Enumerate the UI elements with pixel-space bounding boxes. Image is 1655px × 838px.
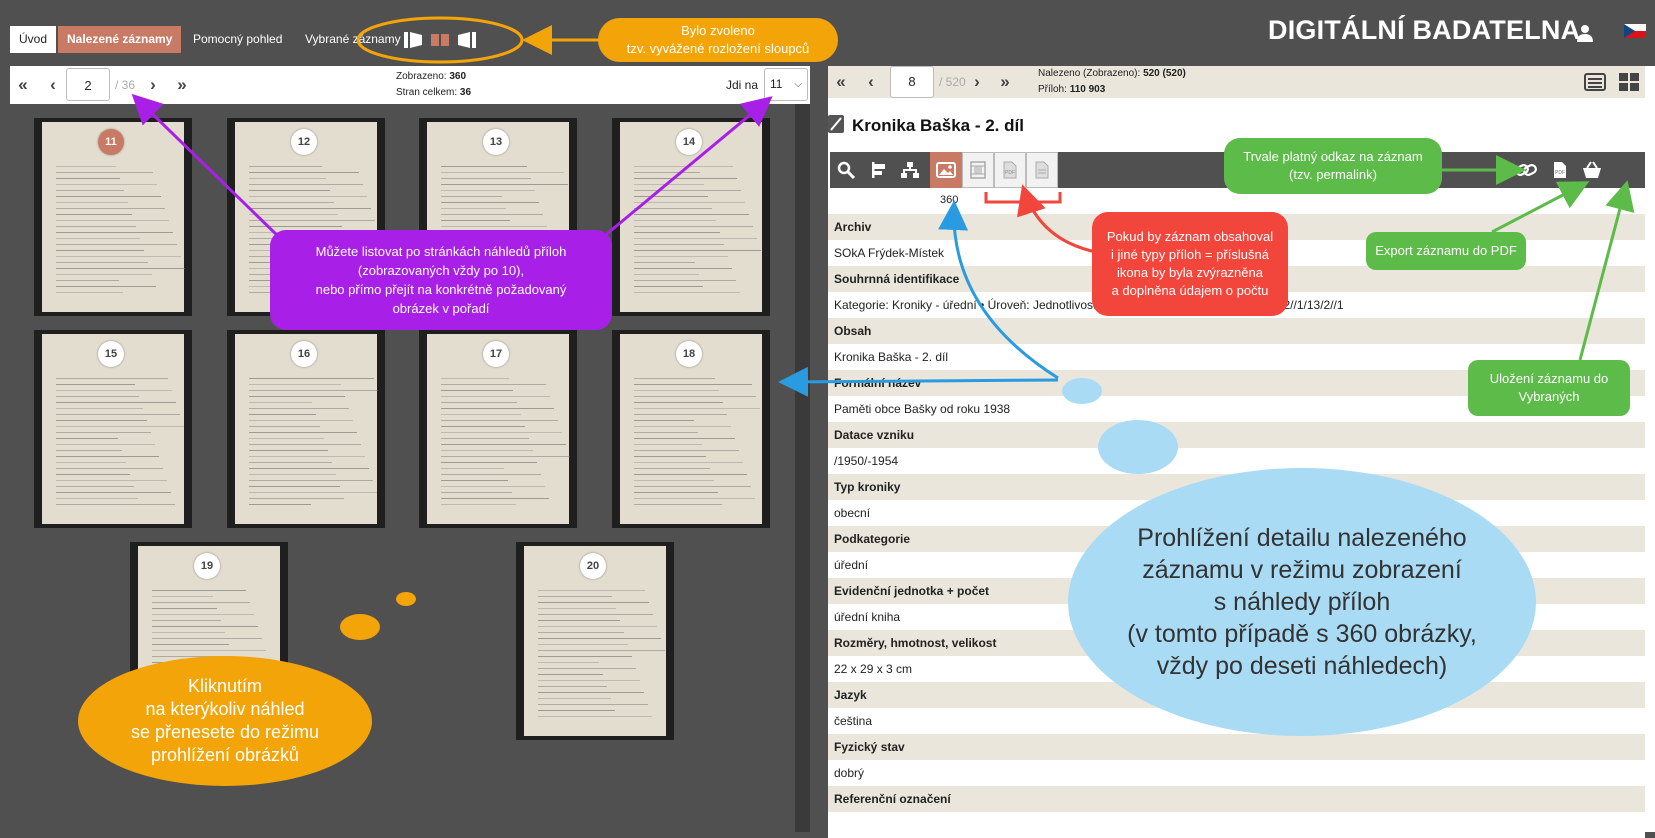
next-page-button[interactable]: ›: [142, 66, 164, 104]
document-icon: [1035, 161, 1049, 179]
user-icon[interactable]: [1576, 24, 1594, 42]
thumbnail-item[interactable]: 11: [34, 118, 192, 316]
thumbnail-number: 17: [483, 341, 509, 367]
save-note: Uložení záznamu do Vybraných: [1468, 360, 1630, 416]
field-value: dobrý: [828, 760, 1645, 786]
search-button[interactable]: [830, 152, 862, 188]
site-title: DIGITÁLNÍ BADATELNA: [1268, 15, 1581, 45]
document-button[interactable]: [1026, 152, 1058, 188]
record-type-icon: [828, 115, 844, 133]
record-pager: « ‹ 8 / 520 › » Nalezeno (Zobrazeno): 52…: [828, 66, 1645, 98]
layout-right-icon[interactable]: [458, 32, 476, 48]
goto-select[interactable]: 11 ⌵: [764, 68, 808, 101]
list-view-icon[interactable]: [1584, 72, 1606, 92]
thought-dot: [1098, 420, 1178, 474]
field-value: /1950/-1954: [828, 448, 1645, 474]
first-page-button[interactable]: «: [12, 66, 34, 104]
thumbnail-number: 12: [291, 129, 317, 155]
flag-cz-icon[interactable]: [1624, 24, 1646, 38]
field-label: Referenční označení: [828, 786, 1645, 812]
basket-icon: [1583, 161, 1601, 178]
pdf-icon: PDF: [1554, 162, 1566, 178]
permalink-button[interactable]: [1510, 152, 1542, 188]
thumbnail-number: 16: [291, 341, 317, 367]
click-note: Kliknutím na kterýkoliv náhled se přenes…: [78, 656, 372, 786]
svg-text:PDF: PDF: [1005, 170, 1015, 176]
last-record-button[interactable]: »: [994, 66, 1016, 98]
link-icon: [1515, 164, 1537, 176]
thumbnail-number: 14: [676, 129, 702, 155]
thumbnail-item[interactable]: 18: [612, 330, 770, 528]
prev-page-button[interactable]: ‹: [42, 66, 64, 104]
tab-pomocny-pohled[interactable]: Pomocný pohled: [184, 26, 291, 53]
tab-uvod[interactable]: Úvod: [10, 26, 57, 53]
layout-switcher: [404, 32, 476, 48]
layout-note: Bylo zvoleno tzv. vyvážené rozložení slo…: [598, 18, 838, 62]
goto-label: Jdi na: [726, 78, 759, 92]
types-note: Pokud by záznam obsahoval i jiné typy př…: [1092, 212, 1288, 316]
image-icon: [936, 162, 956, 178]
page-total: / 36: [115, 78, 136, 92]
thumbnail-item[interactable]: 16: [227, 330, 385, 528]
signpost-button[interactable]: [862, 152, 894, 188]
tab-vybrane-zaznamy[interactable]: Vybrané záznamy: [296, 26, 410, 53]
thought-dot: [340, 614, 380, 640]
record-number-input[interactable]: 8: [890, 66, 934, 98]
record-total: / 520: [939, 75, 966, 89]
pdf-attachment-button[interactable]: PDF: [994, 152, 1026, 188]
hierarchy-button[interactable]: [894, 152, 926, 188]
thumbnail-item[interactable]: 14: [612, 118, 770, 316]
page-number-input[interactable]: 2: [66, 68, 110, 101]
tab-nalezene-zaznamy[interactable]: Nalezené záznamy: [58, 26, 182, 53]
pdf-note: Export záznamu do PDF: [1366, 232, 1526, 270]
thumbnail-item[interactable]: 20: [516, 542, 674, 740]
images-button[interactable]: [930, 152, 962, 188]
field-value: [828, 812, 1645, 838]
thumbnail-number: 13: [483, 129, 509, 155]
hierarchy-icon: [901, 162, 919, 178]
thumbnail-number: 18: [676, 341, 702, 367]
record-title: Kronika Baška - 2. díl: [852, 116, 1024, 135]
scrollbar[interactable]: [795, 104, 810, 832]
video-button[interactable]: [962, 152, 994, 188]
last-page-button[interactable]: »: [171, 66, 193, 104]
field-label: Datace vzniku: [828, 422, 1645, 448]
thumbnail-number: 20: [580, 553, 606, 579]
layout-left-icon[interactable]: [404, 32, 422, 48]
search-icon: [837, 161, 855, 179]
signpost-icon: [872, 162, 885, 178]
thumbnail-number: 11: [98, 129, 124, 155]
prev-record-button[interactable]: ‹: [860, 66, 882, 98]
detail-note: Prohlížení detailu nalezeného záznamu v …: [1068, 468, 1536, 736]
svg-text:PDF: PDF: [1555, 170, 1565, 176]
save-to-selected-button[interactable]: [1576, 152, 1608, 188]
field-label: Fyzický stav: [828, 734, 1645, 760]
field-label: Obsah: [828, 318, 1645, 344]
layout-balanced-icon[interactable]: [431, 34, 449, 46]
chevron-down-icon: ⌵: [794, 79, 802, 90]
video-icon: [970, 161, 986, 179]
found-stats: Nalezeno (Zobrazeno): 520 (520) Příloh: …: [1038, 68, 1186, 95]
first-record-button[interactable]: «: [830, 66, 852, 98]
permalink-note: Trvale platný odkaz na záznam (tzv. perm…: [1224, 138, 1442, 194]
next-record-button[interactable]: ›: [966, 66, 988, 98]
thought-dot: [396, 592, 416, 606]
shown-stats: Zobrazeno: 360 Stran celkem: 36: [396, 71, 472, 98]
export-pdf-button[interactable]: PDF: [1544, 152, 1576, 188]
thumbnail-item[interactable]: 17: [419, 330, 577, 528]
thumbnail-item[interactable]: 15: [34, 330, 192, 528]
grid-view-icon[interactable]: [1618, 72, 1640, 92]
thumbnail-number: 15: [98, 341, 124, 367]
paging-note: Můžete listovat po stránkách náhledů pří…: [270, 230, 612, 330]
thought-dot: [1062, 378, 1102, 404]
pdf-icon: PDF: [1003, 161, 1017, 179]
thumbnail-pager: « ‹ 2 / 36 › » Zobrazeno: 360 Stran celk…: [10, 66, 810, 104]
image-count: 360: [940, 194, 959, 206]
thumbnail-number: 19: [194, 553, 220, 579]
